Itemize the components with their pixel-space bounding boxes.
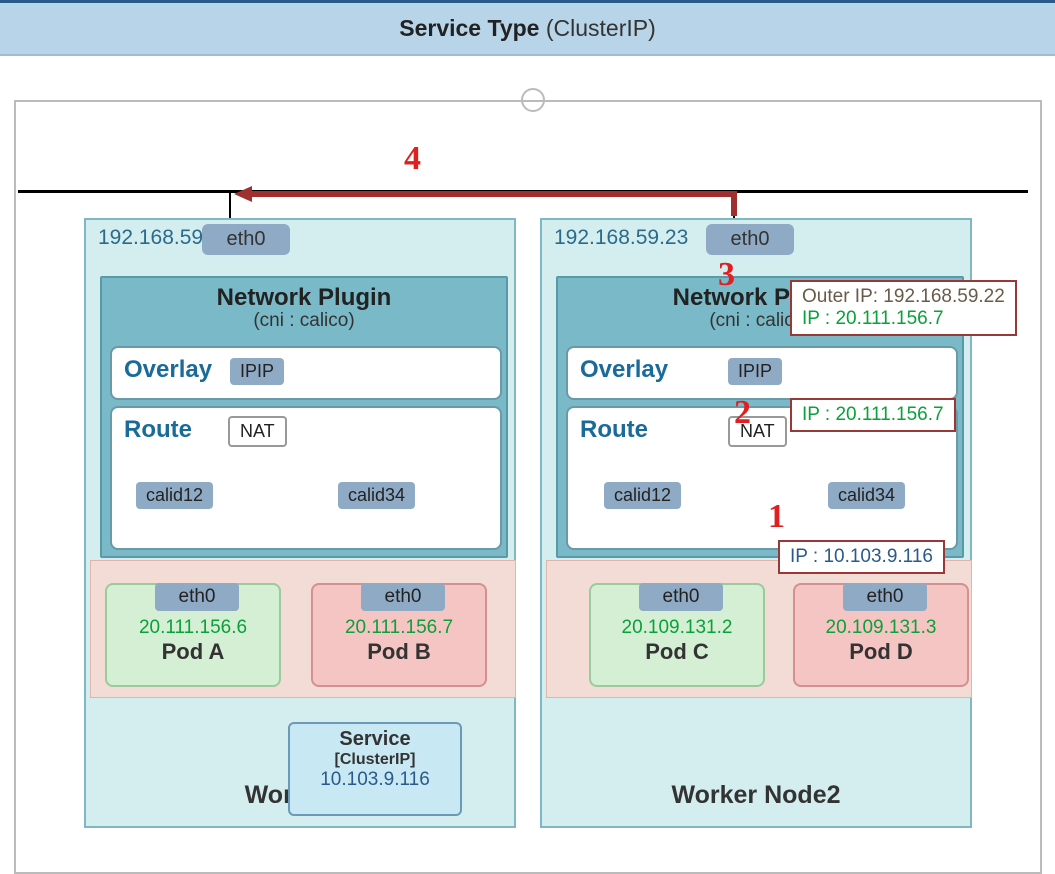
node2-title: Worker Node2 [542,781,970,810]
node2-overlay-label: Overlay [580,356,668,384]
service-title: Service [290,728,460,751]
callout-3-ip: IP : 20.111.156.7 [802,308,1005,330]
node1-route-label: Route [124,416,192,444]
service-box: Service [ClusterIP] 10.103.9.116 [288,722,462,816]
pod-d-name: Pod D [795,639,967,665]
pod-c-ip: 20.109.131.2 [591,617,763,639]
step-3: 3 [718,256,735,294]
title-rest: (ClusterIP) [539,15,655,41]
node1-nat: NAT [228,416,287,447]
pod-a-name: Pod A [107,639,279,665]
node1-ipip: IPIP [230,358,284,385]
callout-2-text: IP : 20.111.156.7 [802,404,944,425]
pod-a-ip: 20.111.156.6 [107,617,279,639]
node2-eth0: eth0 [706,224,794,255]
step-2: 2 [734,394,751,432]
pod-b-ip: 20.111.156.7 [313,617,485,639]
pod-a-eth0: eth0 [155,583,239,611]
callout-2: IP : 20.111.156.7 [790,398,956,432]
title-bar: Service Type (ClusterIP) [0,0,1055,56]
pod-c: eth0 20.109.131.2 Pod C [589,583,765,687]
node2-ip: 192.168.59.23 [554,226,688,250]
pod-b-name: Pod B [313,639,485,665]
node2-route-label: Route [580,416,648,444]
node1-eth0: eth0 [202,224,290,255]
pod-d-ip: 20.109.131.3 [795,617,967,639]
service-ip: 10.103.9.116 [290,769,460,791]
network-bus [18,190,1028,193]
node1-route-panel: Route NAT calid12 calid34 [110,406,502,550]
step-4: 4 [404,140,421,178]
pod-b: eth0 20.111.156.7 Pod B [311,583,487,687]
callout-3: Outer IP: 192.168.59.22 IP : 20.111.156.… [790,280,1017,336]
node1-calid34: calid34 [338,482,415,509]
node1-overlay-label: Overlay [124,356,212,384]
node1-plugin: Network Plugin (cni : calico) Overlay IP… [100,276,508,558]
node1-calid12: calid12 [136,482,213,509]
pod-c-name: Pod C [591,639,763,665]
pod-d: eth0 20.109.131.3 Pod D [793,583,969,687]
service-type: [ClusterIP] [290,751,460,769]
node1-plugin-title: Network Plugin [102,284,506,312]
node2-calid12: calid12 [604,482,681,509]
pod-c-eth0: eth0 [639,583,723,611]
pod-a: eth0 20.111.156.6 Pod A [105,583,281,687]
node2-calid34: calid34 [828,482,905,509]
title-bold: Service Type [399,15,539,41]
node2-ipip: IPIP [728,358,782,385]
pod-b-eth0: eth0 [361,583,445,611]
node1-overlay-panel: Overlay IPIP [110,346,502,400]
callout-1-text: IP : 10.103.9.116 [790,546,933,567]
node1-pod-strip: eth0 20.111.156.6 Pod A eth0 20.111.156.… [90,560,516,698]
node2-overlay-panel: Overlay IPIP [566,346,958,400]
callout-3-outer: Outer IP: 192.168.59.22 [802,286,1005,308]
pod-d-eth0: eth0 [843,583,927,611]
node1-plugin-sub: (cni : calico) [102,310,506,332]
callout-1: IP : 10.103.9.116 [778,540,945,574]
step-1: 1 [768,498,785,536]
node2-pod-strip: eth0 20.109.131.2 Pod C eth0 20.109.131.… [546,560,972,698]
